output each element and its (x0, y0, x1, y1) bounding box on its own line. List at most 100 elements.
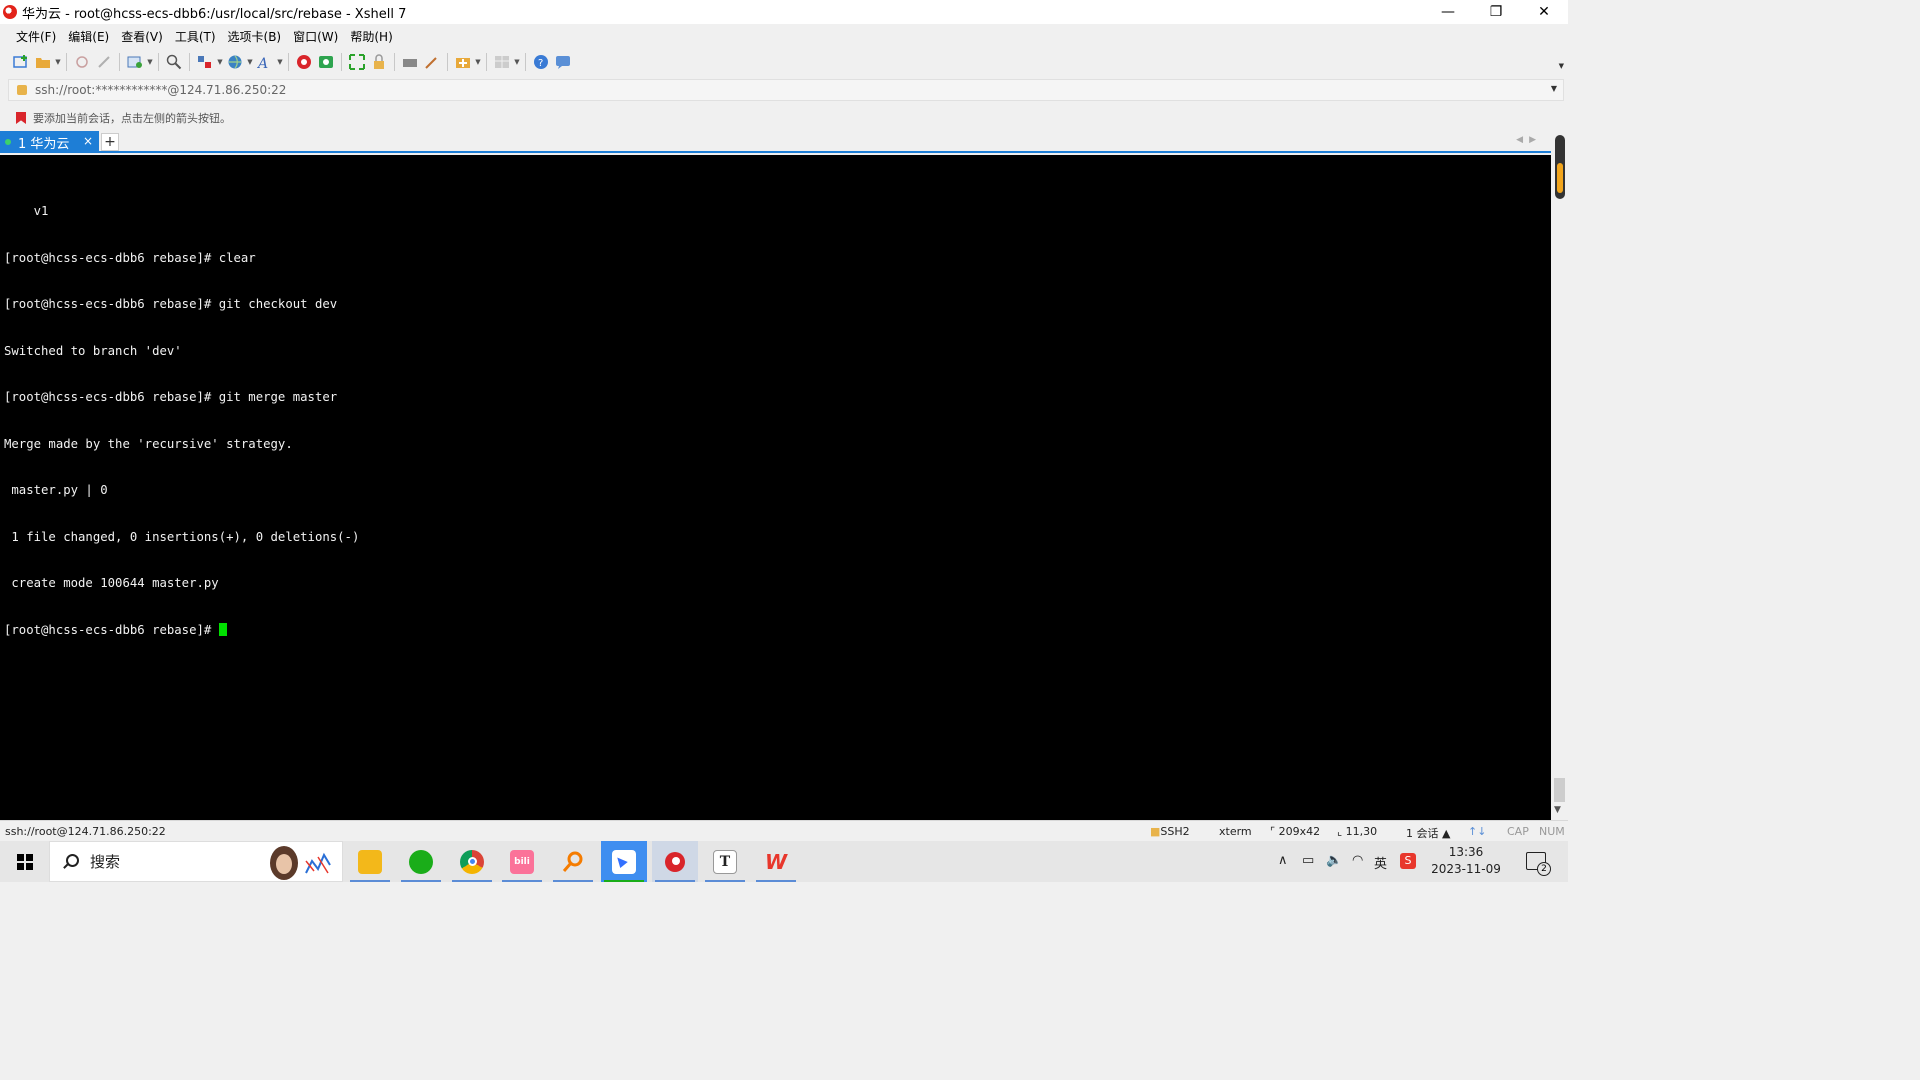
tab-scroll-arrows-icon[interactable]: ◀▶ (1516, 135, 1542, 145)
tab-session-1[interactable]: 1 华为云 × (0, 131, 99, 153)
terminal-line: Merge made by the 'recursive' strategy. (4, 436, 293, 451)
notification-count: 2 (1537, 862, 1551, 876)
sogou-ime-icon[interactable]: S (1400, 853, 1416, 869)
address-input[interactable]: ssh://root:************@124.71.86.250:22 (35, 83, 286, 97)
title-bar: 华为云 - root@hcss-ecs-dbb6:/usr/local/src/… (0, 0, 1568, 24)
running-indicator (604, 880, 644, 882)
add-bookmark-icon[interactable] (452, 51, 474, 73)
xshell-icon[interactable] (293, 51, 315, 73)
network-adapter-icon[interactable]: ▭ (1302, 853, 1314, 868)
taskbar-bilibili[interactable]: bili (499, 841, 545, 882)
show-hidden-icons-icon[interactable]: ∧ (1278, 853, 1288, 868)
grid-dropdown-icon[interactable]: ▼ (513, 51, 521, 73)
address-dropdown-icon[interactable]: ▼ (1551, 84, 1557, 93)
input-method-indicator[interactable]: 英 (1374, 853, 1387, 872)
size-icon: ⌜ (1270, 825, 1279, 838)
window-controls: — ❐ ✕ (1424, 0, 1568, 24)
new-tab-button[interactable]: + (101, 133, 119, 151)
status-connection: ssh://root@124.71.86.250:22 (5, 825, 166, 838)
restore-button[interactable]: ❐ (1472, 0, 1520, 24)
terminal-line: [root@hcss-ecs-dbb6 rebase]# git checkou… (4, 297, 338, 311)
status-sessions-label: 1 会话 (1406, 827, 1439, 840)
disconnect-icon[interactable] (93, 51, 115, 73)
toolbar-overflow-icon[interactable]: ▼ (1559, 62, 1564, 70)
window-title: 华为云 - root@hcss-ecs-dbb6:/usr/local/src/… (22, 6, 407, 22)
grid-icon[interactable] (491, 51, 513, 73)
toolbar-separator (341, 53, 342, 71)
terminal-line: 1 file changed, 0 insertions(+), 0 delet… (4, 529, 360, 544)
layout-icon[interactable] (194, 51, 216, 73)
xftp-icon[interactable] (315, 51, 337, 73)
scroll-down-icon[interactable]: ▼ (1554, 805, 1561, 815)
search-icon (62, 853, 79, 870)
chrome-icon (460, 849, 484, 874)
terminal-line: Switched to branch 'dev' (4, 343, 182, 358)
bookmark-icon[interactable] (16, 112, 26, 124)
vertical-scrollbar[interactable]: ▼ (1551, 131, 1568, 820)
window-dropdown-icon[interactable]: ▼ (146, 51, 154, 73)
toolbar-separator (66, 53, 67, 71)
tab-close-icon[interactable]: × (83, 134, 93, 148)
taskbar-feishu[interactable] (601, 841, 647, 882)
taskbar-wps[interactable]: W (753, 841, 799, 882)
taskbar-chrome[interactable] (449, 841, 495, 882)
minimize-button[interactable]: — (1424, 0, 1472, 24)
layout-dropdown-icon[interactable]: ▼ (216, 51, 224, 73)
menu-file[interactable]: 文件(F) (10, 28, 62, 45)
new-window-icon[interactable] (124, 51, 146, 73)
side-panel-toggle-icon[interactable] (1555, 135, 1565, 199)
menu-tabs[interactable]: 选项卡(B) (222, 28, 288, 45)
open-folder-icon[interactable] (32, 51, 54, 73)
wifi-icon[interactable]: ◠ (1352, 853, 1363, 868)
help-icon[interactable]: ? (530, 51, 552, 73)
xshell-logo-icon (3, 5, 17, 19)
tab-label: 1 华为云 (18, 136, 70, 152)
toolbar-separator (189, 53, 190, 71)
terminal-output[interactable]: v1 [root@hcss-ecs-dbb6 rebase]# clear [r… (0, 155, 1551, 820)
bookmark-dropdown-icon[interactable]: ▼ (474, 51, 482, 73)
new-session-icon[interactable] (10, 51, 32, 73)
globe-dropdown-icon[interactable]: ▼ (246, 51, 254, 73)
find-icon[interactable] (163, 51, 185, 73)
taskbar-typora[interactable]: T (702, 841, 748, 882)
menu-help[interactable]: 帮助(H) (344, 28, 398, 45)
fullscreen-icon[interactable] (346, 51, 368, 73)
file-explorer-icon (358, 849, 382, 874)
address-bar[interactable]: ssh://root:************@124.71.86.250:22… (8, 79, 1564, 101)
taskbar-search[interactable]: 搜索 (49, 841, 343, 882)
notification-center-icon[interactable]: 2 (1526, 852, 1551, 876)
status-protocol: ■SSH2 (1150, 825, 1190, 838)
taskbar-file-explorer[interactable] (347, 841, 393, 882)
clock[interactable]: 13:36 2023-11-09 (1426, 844, 1506, 878)
transfer-arrows-icon: ↑↓ (1468, 825, 1487, 838)
script-icon[interactable] (421, 51, 443, 73)
chat-icon[interactable] (552, 51, 574, 73)
running-indicator (452, 880, 492, 882)
font-icon[interactable]: A (254, 51, 276, 73)
menu-view[interactable]: 查看(V) (115, 28, 169, 45)
menu-tools[interactable]: 工具(T) (169, 28, 222, 45)
font-dropdown-icon[interactable]: ▼ (276, 51, 284, 73)
status-protocol-label: SSH2 (1160, 825, 1190, 838)
close-button[interactable]: ✕ (1520, 0, 1568, 24)
scrollbar-thumb[interactable] (1554, 778, 1565, 802)
taskbar-xshell[interactable] (652, 841, 698, 882)
reconnect-icon[interactable] (71, 51, 93, 73)
hint-text: 要添加当前会话，点击左侧的箭头按钮。 (33, 112, 231, 125)
terminal-line: v1 (4, 204, 49, 218)
wps-icon: W (764, 849, 788, 874)
toolbar-separator (119, 53, 120, 71)
lock-icon[interactable] (368, 51, 390, 73)
keyboard-icon[interactable] (399, 51, 421, 73)
volume-icon[interactable]: 🔈 (1326, 853, 1342, 868)
menu-edit[interactable]: 编辑(E) (62, 28, 115, 45)
taskbar-search-app[interactable] (550, 841, 596, 882)
start-button[interactable] (0, 841, 49, 882)
wechat-icon (409, 849, 433, 874)
open-dropdown-icon[interactable]: ▼ (54, 51, 62, 73)
taskbar-wechat[interactable] (398, 841, 444, 882)
status-sessions[interactable]: 1 会话 ▲ (1406, 825, 1450, 841)
menu-window[interactable]: 窗口(W) (287, 28, 344, 45)
globe-icon[interactable] (224, 51, 246, 73)
clock-time: 13:36 (1448, 845, 1484, 859)
